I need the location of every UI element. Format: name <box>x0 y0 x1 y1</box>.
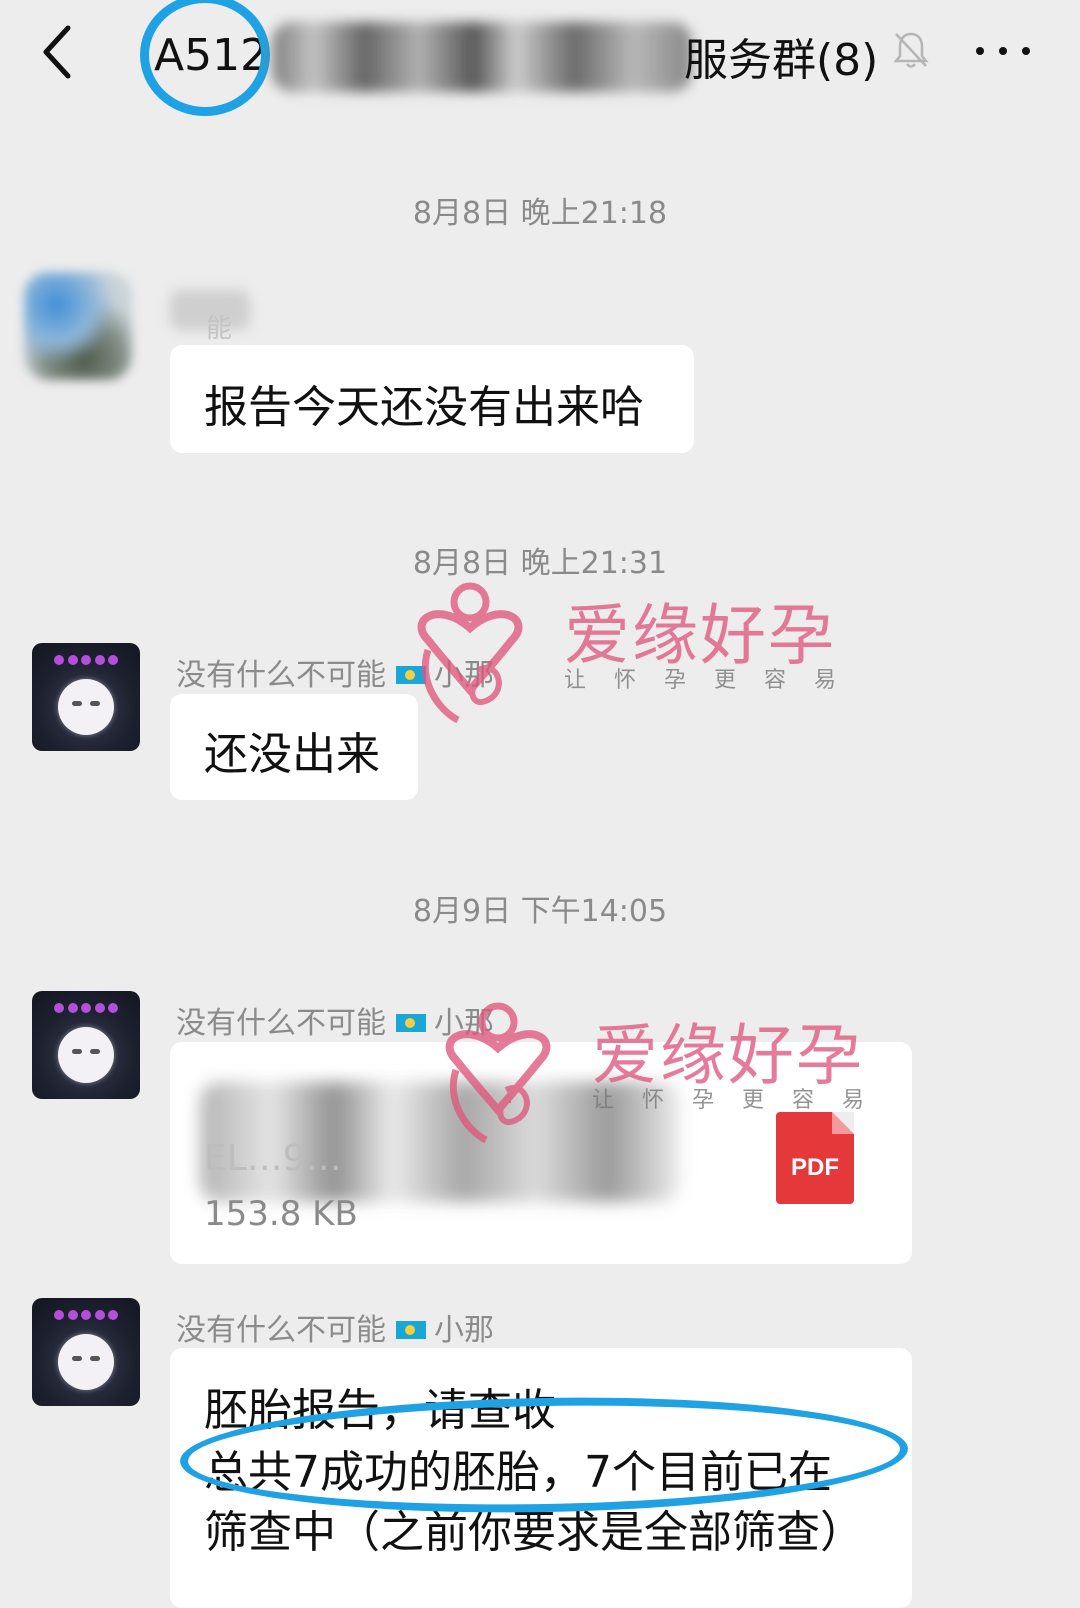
avatar[interactable] <box>32 991 140 1099</box>
cat-icon <box>58 1027 114 1083</box>
watermark-slogan: 让怀孕更容易 <box>592 1088 893 1113</box>
message-bubble[interactable]: 报告今天还没有出来哈 <box>170 345 694 453</box>
heart-logo-icon <box>445 1002 551 1144</box>
chat-title-suffix: 服务群(8) <box>684 35 879 86</box>
avatar[interactable] <box>32 643 140 751</box>
cat-icon <box>58 1334 114 1390</box>
message-text: 还没出来 <box>204 729 380 780</box>
message-bubble[interactable]: 还没出来 <box>170 694 418 800</box>
timestamp: 8月8日 晚上21:31 <box>412 546 668 581</box>
chevron-left-icon[interactable] <box>40 22 80 82</box>
highlight-circle <box>140 0 270 116</box>
timestamp: 8月8日 晚上21:18 <box>412 196 668 231</box>
avatar[interactable] <box>24 272 132 380</box>
cat-icon <box>58 679 114 735</box>
heart-logo-icon <box>417 582 523 724</box>
more-dots-icon[interactable] <box>976 36 1030 66</box>
file-name: EL…9… <box>204 1138 342 1179</box>
watermark-logo: 爱缘好孕 让怀孕更容易 <box>436 1000 876 1160</box>
watermark-logo: 爱缘好孕 让怀孕更容易 <box>408 580 848 740</box>
crown-icon <box>54 1310 118 1328</box>
sender-name: 能 <box>206 314 233 344</box>
timestamp: 8月9日 下午14:05 <box>412 894 668 929</box>
message-text: 报告今天还没有出来哈 <box>204 382 644 433</box>
flag-icon <box>396 1013 426 1032</box>
avatar[interactable] <box>32 1298 140 1406</box>
redacted-title <box>272 22 692 92</box>
crown-icon <box>54 1003 118 1021</box>
crown-icon <box>54 655 118 673</box>
file-size: 153.8 KB <box>204 1194 358 1234</box>
chat-header: A512 服务群(8) <box>0 0 1080 116</box>
flag-icon <box>396 1320 426 1339</box>
bell-off-icon <box>893 32 929 68</box>
watermark-slogan: 让怀孕更容易 <box>564 668 865 693</box>
sender-name: 没有什么不可能 小那 <box>176 1313 494 1348</box>
